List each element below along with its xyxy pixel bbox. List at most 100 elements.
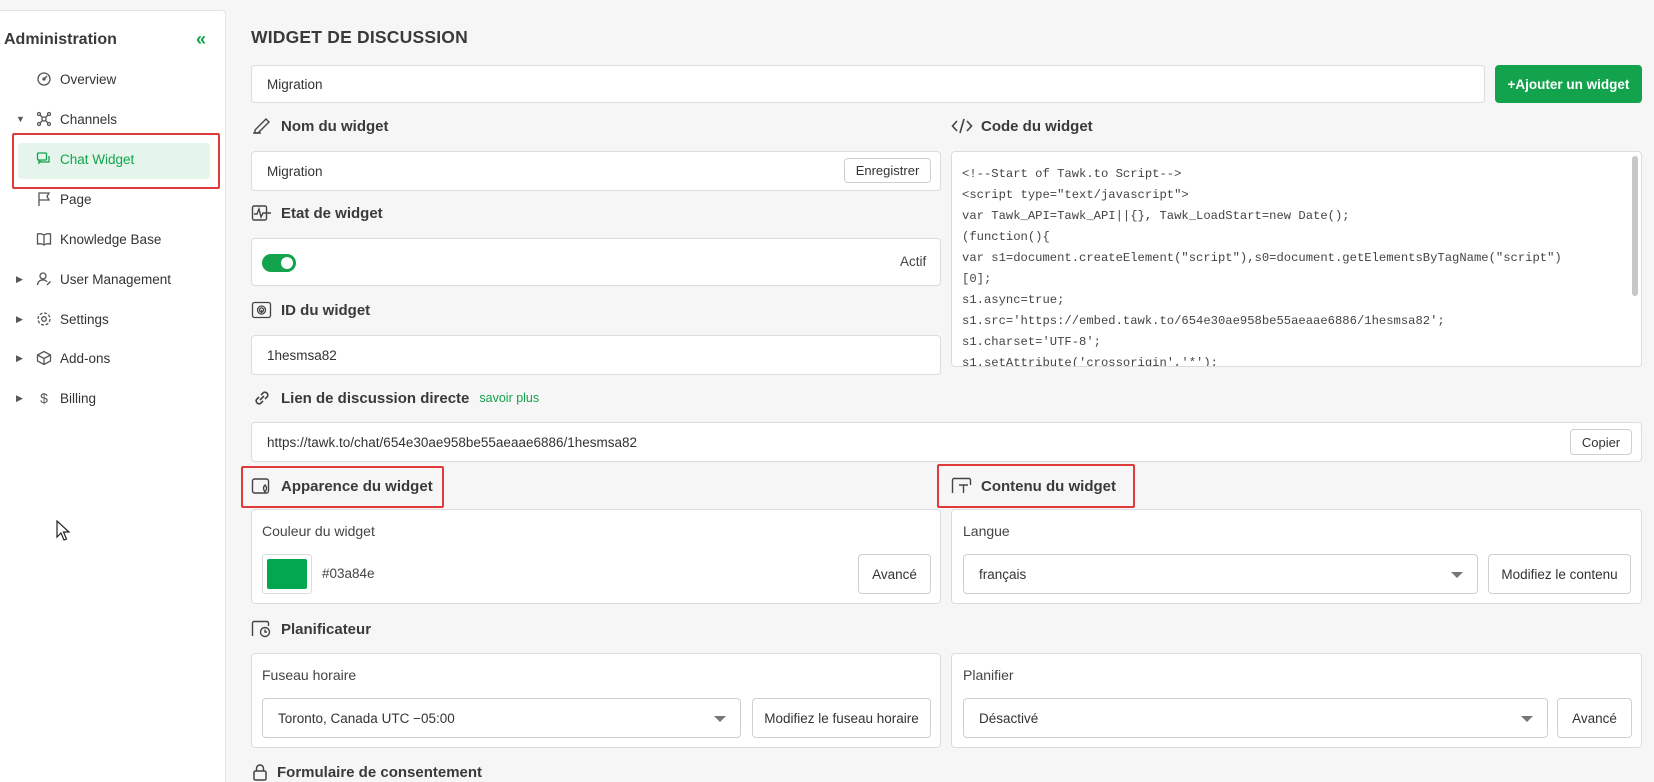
widget-status-toggle[interactable] [262,254,296,272]
color-fill [267,559,307,589]
section-title: Planificateur [281,620,372,638]
language-select[interactable]: français [963,554,1478,594]
timezone-select[interactable]: Toronto, Canada UTC −05:00 [262,698,741,738]
box-icon [36,350,52,366]
link-icon [251,388,273,408]
activity-icon [251,203,273,223]
sidebar-item-billing[interactable]: ▶ $ Billing [0,381,226,415]
sidebar-item-overview[interactable]: Overview [0,62,226,96]
direct-link-field[interactable]: https://tawk.to/chat/654e30ae958be55aeaa… [251,422,1642,462]
widget-name-field[interactable]: Migration [251,151,941,191]
widget-select-input[interactable]: Migration [251,65,1485,103]
sidebar-item-channels[interactable]: ▼ Channels [0,102,226,136]
caret-right-icon[interactable]: ▶ [16,393,23,404]
copy-button[interactable]: Copier [1570,429,1632,455]
dollar-icon: $ [40,390,48,406]
schedule-advanced-button[interactable]: Avancé [1557,698,1632,738]
section-title: ID du widget [281,301,371,319]
widget-color-swatch[interactable] [262,554,312,594]
code-line: s1.charset='UTF-8'; [962,335,1101,349]
widget-status-text: Actif [900,254,927,269]
widget-color-value: #03a84e [322,566,375,581]
annotation-highlight [12,133,220,189]
calendar-clock-icon [251,619,273,639]
schedule-value: Désactivé [979,710,1039,726]
add-widget-button[interactable]: +Ajouter un widget [1495,65,1642,103]
sidebar-item-label: User Management [60,271,172,287]
widget-code-block[interactable]: <!--Start of Tawk.to Script--> <script t… [951,151,1642,367]
page-title: WIDGET DE DISCUSSION [251,27,468,47]
sidebar-item-label: Overview [60,71,117,87]
user-icon [36,271,52,287]
channels-icon [36,111,52,127]
sidebar-title: Administration [4,31,117,48]
sidebar: Administration « Overview ▼ Channels Cha… [0,10,226,782]
caret-right-icon[interactable]: ▶ [16,274,23,285]
sidebar-item-add-ons[interactable]: ▶ Add-ons [0,341,226,375]
save-button[interactable]: Enregistrer [844,158,931,183]
flag-icon [36,191,52,207]
section-title: Code du widget [981,117,1093,135]
double-chevron-left-icon[interactable]: « [196,29,206,50]
section-header-scheduler: Planificateur [251,619,371,639]
sidebar-item-label: Page [60,191,92,207]
caret-down-icon[interactable]: ▼ [16,114,25,124]
code-line: s1.setAttribute('crossorigin','*'); [962,356,1218,367]
book-icon [36,231,52,247]
section-header-name: Nom du widget [251,116,389,136]
language-value: français [979,566,1027,582]
code-scrollbar[interactable] [1632,156,1638,296]
sidebar-item-user-management[interactable]: ▶ User Management [0,262,226,296]
caret-down-icon [714,716,726,722]
section-header-code: Code du widget [951,116,1093,136]
code-line: s1.src='https://embed.tawk.to/654e30ae95… [962,314,1445,328]
sidebar-item-label: Knowledge Base [60,231,162,247]
caret-right-icon[interactable]: ▶ [16,314,23,325]
widget-name-value: Migration [267,163,323,179]
modify-content-button[interactable]: Modifiez le contenu [1488,554,1631,594]
language-label: Langue [963,523,1010,539]
widget-id-field[interactable]: 1hesmsa82 [251,335,941,375]
section-header-state: Etat de widget [251,203,383,223]
sidebar-item-settings[interactable]: ▶ Settings [0,302,226,336]
sidebar-item-label: Channels [60,111,118,127]
code-line: var s1=document.createElement("script"),… [962,251,1562,265]
code-line: <script type="text/javascript"> [962,188,1189,202]
schedule-label: Planifier [963,667,1014,683]
code-line: s1.async=true; [962,293,1065,307]
section-header-consent: Formulaire de consentement [251,762,482,782]
widget-state-card [251,238,941,286]
fingerprint-icon [251,300,273,320]
section-title: Nom du widget [281,117,389,135]
lock-icon [251,762,269,782]
toggle-knob [281,257,293,269]
schedule-select[interactable]: Désactivé [963,698,1548,738]
code-icon [951,116,973,136]
sidebar-item-label: Billing [60,390,97,406]
timezone-value: Toronto, Canada UTC −05:00 [278,710,455,726]
section-title: Apparence du widget [281,477,433,495]
section-title: Contenu du widget [981,477,1116,495]
appearance-advanced-button[interactable]: Avancé [858,554,931,594]
section-header-direct-link: Lien de discussion directe savoir plus [251,388,539,408]
section-header-content: Contenu du widget [951,476,1116,496]
caret-right-icon[interactable]: ▶ [16,353,23,364]
modify-timezone-button[interactable]: Modifiez le fuseau horaire [752,698,931,738]
sidebar-item-label: Settings [60,311,109,327]
overview-icon [36,71,52,87]
widget-color-label: Couleur du widget [262,523,375,539]
section-header-id: ID du widget [251,300,370,320]
text-box-icon [951,476,973,496]
pencil-icon [251,116,273,136]
caret-down-icon [1521,716,1533,722]
code-line: [0]; [962,272,992,286]
learn-more-link[interactable]: savoir plus [479,391,539,405]
section-title: Formulaire de consentement [277,763,483,781]
sidebar-item-knowledge-base[interactable]: Knowledge Base [0,222,226,256]
direct-link-url: https://tawk.to/chat/654e30ae958be55aeaa… [267,434,638,450]
caret-down-icon [1451,572,1463,578]
code-line: var Tawk_API=Tawk_API||{}, Tawk_LoadStar… [962,209,1350,223]
section-title: Etat de widget [281,204,383,222]
sidebar-item-label: Add-ons [60,350,111,366]
gear-icon [36,311,52,327]
